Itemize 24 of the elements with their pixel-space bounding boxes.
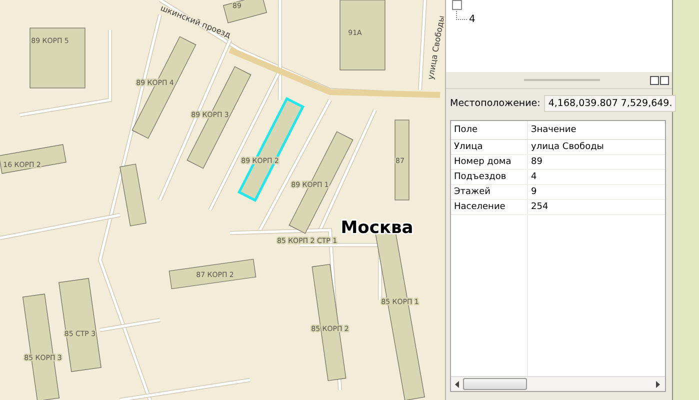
location-field[interactable]: 4,168,039.807 7,529,649. (544, 95, 676, 112)
table-cell: 4 (527, 170, 665, 184)
scroll-thumb[interactable] (463, 378, 527, 390)
building[interactable] (120, 164, 146, 226)
tree-item[interactable]: 4 (469, 14, 476, 25)
layer-checkbox[interactable] (452, 0, 462, 10)
column-header[interactable]: Поле (451, 125, 527, 135)
table-cell-text: Номер дома (453, 157, 512, 167)
table-cell: 9 (527, 185, 665, 199)
table-cell: улица Свободы (527, 140, 665, 154)
column-header[interactable]: Значение (527, 121, 665, 139)
building[interactable] (222, 0, 268, 24)
scroll-right-icon[interactable] (656, 380, 661, 388)
location-label: Местоположение: (450, 98, 540, 109)
table-cell: 89 (527, 155, 665, 169)
scroll-left-icon[interactable] (455, 380, 460, 388)
table-cell-text: Этажей (453, 187, 492, 197)
horizontal-scrollbar[interactable] (451, 376, 665, 391)
table-cell-text: Улица (453, 142, 484, 152)
table-cell: 254 (527, 200, 665, 214)
road-label: улица Свободы (426, 14, 446, 80)
city-label: Москва (340, 218, 414, 238)
table-cell-text: Население (453, 202, 506, 212)
table-cell-text: Подъездов (453, 172, 508, 182)
